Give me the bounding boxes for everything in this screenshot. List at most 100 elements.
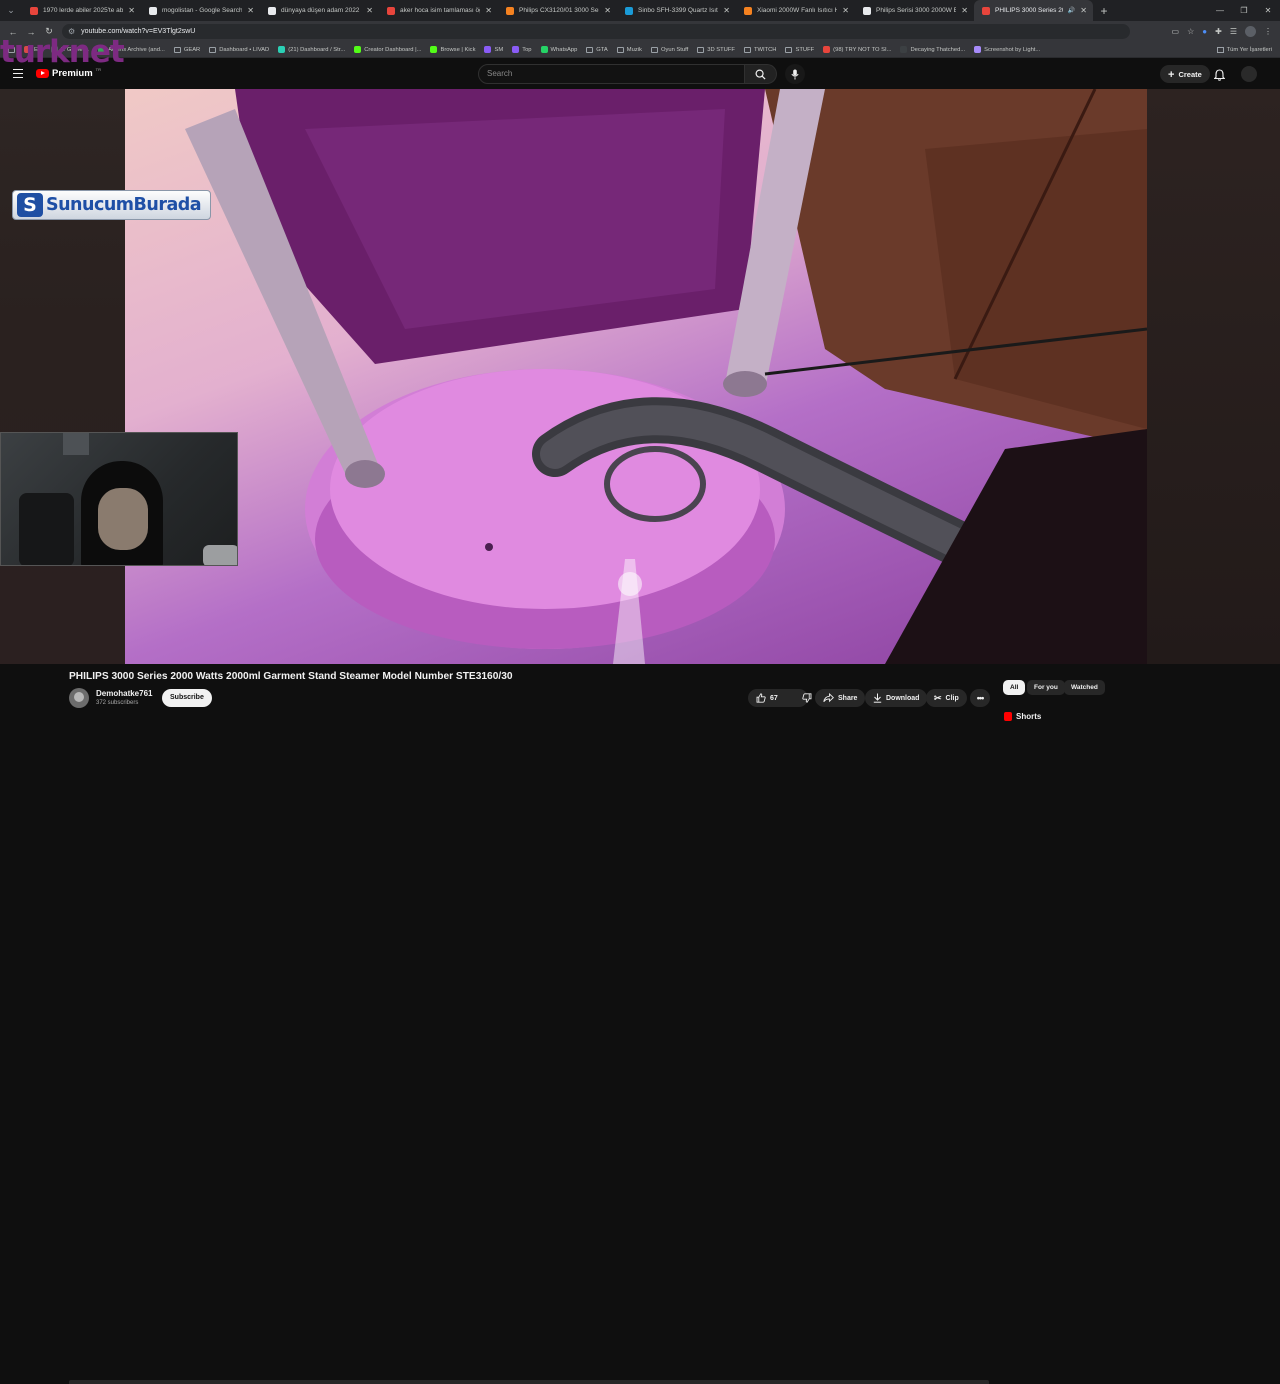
- bookmark-item[interactable]: Muzik: [616, 46, 642, 53]
- puzzle-icon[interactable]: ✚: [1215, 27, 1222, 36]
- bookmark-item[interactable]: TWITCH: [743, 46, 777, 53]
- guide-menu-icon[interactable]: [13, 69, 23, 81]
- browser-tab[interactable]: Philips CX3120/01 3000 Serisi ✕: [498, 0, 617, 21]
- profile-avatar[interactable]: [1245, 26, 1256, 37]
- filter-chip[interactable]: For you: [1027, 680, 1065, 695]
- filter-chip[interactable]: Watched: [1064, 680, 1105, 695]
- bookmark-item[interactable]: GTA: [586, 46, 608, 53]
- bookmark-item[interactable]: Dashboard • LIVAD: [209, 46, 269, 53]
- webcam-overlay: [0, 432, 238, 566]
- create-label: Create: [1178, 70, 1202, 79]
- folder-icon: [697, 46, 705, 53]
- download-icon: [873, 693, 882, 703]
- close-window-icon[interactable]: ✕: [1256, 0, 1280, 21]
- folder-icon: [586, 46, 594, 53]
- maximize-icon[interactable]: ❐: [1232, 0, 1256, 21]
- person-hand: [203, 545, 237, 565]
- like-count: 67: [770, 694, 778, 702]
- thumbs-down-icon: [802, 693, 812, 703]
- notifications-button[interactable]: [1213, 68, 1226, 86]
- bookmark-label: STUFF: [795, 46, 815, 53]
- menu-icon[interactable]: ⋮: [1264, 27, 1272, 36]
- all-bookmarks[interactable]: Tüm Yer İşaretleri: [1216, 42, 1272, 57]
- browser-tabstrip: ⌄ 1970 lerde abiler 2025'te abiler ✕ mogol…: [0, 0, 1280, 21]
- bookmark-favicon-icon: [900, 46, 908, 53]
- bookmark-item[interactable]: Decaying Thatched...: [900, 46, 965, 53]
- like-button[interactable]: 67: [748, 689, 786, 707]
- create-button[interactable]: + Create: [1160, 65, 1210, 83]
- tab-title: aker hoca isim tamlaması öğreti: [400, 7, 480, 14]
- browser-tab[interactable]: Philips Serisi 3000 2000W Ener ✕: [855, 0, 974, 21]
- bookmark-favicon-icon: [540, 46, 548, 53]
- address-bar[interactable]: ⚙ youtube.com/watch?v=EV3Tlgt2swU: [62, 24, 1130, 39]
- bookmark-star-icon[interactable]: ☆: [1187, 27, 1194, 36]
- cast-icon[interactable]: ▭: [1172, 27, 1180, 36]
- ambient-right: [1147, 89, 1280, 664]
- search-input[interactable]: Search: [478, 64, 745, 84]
- bookmark-item[interactable]: 3D STUFF: [697, 46, 735, 53]
- sponsor-badge-text: SunucumBurada: [46, 195, 202, 215]
- close-tab-icon[interactable]: ✕: [961, 6, 968, 15]
- bookmark-label: TWITCH: [753, 46, 777, 53]
- channel-avatar[interactable]: [69, 688, 89, 708]
- tab-list-icon[interactable]: ☰: [1230, 27, 1237, 36]
- close-tab-icon[interactable]: ✕: [723, 6, 730, 15]
- close-tab-icon[interactable]: ✕: [485, 6, 492, 15]
- bookmark-label: GTA: [596, 46, 608, 53]
- bookmark-item[interactable]: STUFF: [785, 46, 815, 53]
- bookmark-item[interactable]: Browse | Kick: [430, 46, 475, 53]
- share-button[interactable]: Share: [815, 689, 866, 707]
- clip-button[interactable]: ✂ Clip: [926, 689, 967, 707]
- bookmark-item[interactable]: Creator Dashboard |...: [354, 46, 421, 53]
- tab-title: dünyaya düşen adam 2022 - G: [281, 7, 361, 14]
- bookmark-item[interactable]: SM: [484, 46, 503, 53]
- bookmark-item[interactable]: Top: [512, 46, 532, 53]
- bookmark-item[interactable]: (21) Dashboard / Str...: [278, 46, 345, 53]
- favicon-icon: [744, 6, 752, 15]
- bookmark-label: (21) Dashboard / Str...: [288, 46, 346, 53]
- extension-icon[interactable]: ●: [1202, 27, 1207, 36]
- download-button[interactable]: Download: [865, 689, 928, 707]
- more-horizontal-icon: •••: [976, 693, 985, 703]
- bookmark-item[interactable]: Oyun Stuff: [650, 46, 688, 53]
- bookmark-item[interactable]: WhatsApp: [540, 46, 577, 53]
- favicon-icon: [149, 6, 157, 15]
- browser-tab[interactable]: mogolistan - Google Search ✕: [141, 0, 260, 21]
- microphone-icon: [791, 69, 799, 79]
- new-tab-button[interactable]: +: [1093, 4, 1115, 18]
- channel-name[interactable]: Demohatke761: [96, 689, 152, 698]
- close-tab-icon[interactable]: ✕: [366, 6, 373, 15]
- folder-icon: [616, 46, 624, 53]
- search-button[interactable]: [745, 64, 777, 84]
- audio-playing-icon[interactable]: 🔊: [1068, 7, 1075, 14]
- close-tab-icon[interactable]: ✕: [128, 6, 135, 15]
- subscribe-button[interactable]: Subscribe: [162, 689, 212, 707]
- filter-chip[interactable]: All: [1003, 680, 1026, 695]
- description-box[interactable]: [69, 1380, 989, 1384]
- bookmark-item[interactable]: GEAR: [173, 46, 200, 53]
- tab-search-icon[interactable]: ⌄: [0, 0, 22, 21]
- voice-search-button[interactable]: [785, 64, 805, 84]
- browser-tab[interactable]: Xiaomi 2000W Fanlı Isıtıcı Hızlı ✕: [736, 0, 855, 21]
- browser-tab[interactable]: dünyaya düşen adam 2022 - G ✕: [260, 0, 379, 21]
- browser-tab[interactable]: PHILIPS 3000 Series 2000 🔊 ✕: [974, 0, 1093, 21]
- bookmark-item[interactable]: Screenshot by Light...: [974, 46, 1040, 53]
- more-actions-button[interactable]: •••: [970, 689, 990, 707]
- video-player[interactable]: [125, 89, 1147, 664]
- bookmark-favicon-icon: [354, 46, 362, 53]
- turknet-watermark-logo: turknet: [0, 34, 125, 70]
- folder-icon: [743, 46, 751, 53]
- close-tab-icon[interactable]: ✕: [842, 6, 849, 15]
- folder-icon: [173, 46, 181, 53]
- browser-tab[interactable]: Sinbo SFH-3399 Quartz Isıtıcı ✕: [617, 0, 736, 21]
- folder-icon: [650, 46, 658, 53]
- close-tab-icon[interactable]: ✕: [604, 6, 611, 15]
- youtube-play-icon: [36, 69, 49, 78]
- bookmark-item[interactable]: (98) TRY NOT TO SI...: [823, 46, 891, 53]
- minimize-icon[interactable]: —: [1208, 0, 1232, 21]
- browser-tab[interactable]: aker hoca isim tamlaması öğreti ✕: [379, 0, 498, 21]
- account-avatar[interactable]: [1241, 66, 1257, 82]
- close-tab-icon[interactable]: ✕: [247, 6, 254, 15]
- close-tab-icon[interactable]: ✕: [1080, 6, 1087, 15]
- browser-tab[interactable]: 1970 lerde abiler 2025'te abiler ✕: [22, 0, 141, 21]
